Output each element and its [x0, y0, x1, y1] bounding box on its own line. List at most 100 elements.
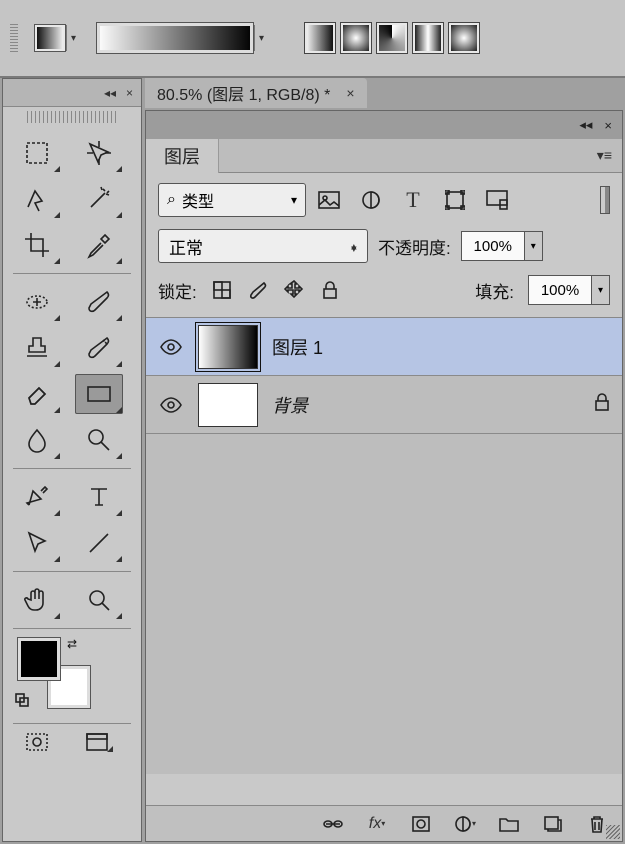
fill-dropdown[interactable] [592, 275, 610, 305]
hand-tool[interactable] [13, 580, 61, 620]
close-icon[interactable]: × [126, 86, 133, 100]
layer-thumbnail[interactable] [198, 383, 258, 427]
move-tool[interactable] [75, 133, 123, 173]
screenmode-button[interactable] [75, 726, 123, 758]
filter-smart-icon[interactable] [484, 187, 510, 213]
path-select-tool[interactable] [13, 523, 61, 563]
grip-icon [10, 24, 18, 52]
filter-shape-icon[interactable] [442, 187, 468, 213]
lock-position-icon[interactable] [283, 279, 305, 301]
gradient-linear-button[interactable] [304, 22, 336, 54]
tools-panel: ◂◂ × ⇄ [2, 78, 142, 842]
layers-panel-tabs: 图层 ▾≡ [146, 139, 622, 173]
line-tool[interactable] [75, 523, 123, 563]
layer-name[interactable]: 图层 1 [272, 334, 323, 360]
default-colors-icon[interactable] [15, 693, 29, 707]
opacity-dropdown[interactable] [525, 231, 543, 261]
gradient-swatch-dropdown[interactable] [66, 25, 80, 51]
fill-label: 填充: [475, 278, 514, 303]
layer-list-empty [146, 434, 622, 774]
type-tool[interactable] [75, 477, 123, 517]
gradient-diamond-button[interactable] [448, 22, 480, 54]
eye-icon[interactable] [158, 334, 184, 360]
fill-input[interactable]: 100% [528, 275, 592, 305]
trash-icon[interactable] [586, 813, 608, 835]
swap-colors-icon[interactable]: ⇄ [67, 637, 77, 651]
lasso-tool[interactable] [13, 179, 61, 219]
lock-label: 锁定: [158, 278, 197, 303]
layer-filter-label: 类型 [182, 188, 214, 212]
group-icon[interactable] [498, 813, 520, 835]
dodge-tool[interactable] [75, 420, 123, 460]
layers-panel-header: ◂◂ × [146, 111, 622, 139]
quickmask-button[interactable] [13, 726, 61, 758]
gradient-swatch[interactable] [34, 24, 66, 52]
resize-grip-icon[interactable] [606, 825, 620, 839]
layer-filter-select[interactable]: ⌕ 类型 [158, 183, 306, 217]
gradient-tool[interactable] [75, 374, 123, 414]
history-brush-tool[interactable] [75, 328, 123, 368]
layers-panel: ◂◂ × 图层 ▾≡ ⌕ 类型 T 正常 不透明度: 100% 锁定: [145, 110, 623, 842]
grip-icon[interactable] [27, 111, 117, 123]
filter-toggle[interactable] [600, 186, 610, 214]
blend-mode-value: 正常 [169, 234, 203, 259]
lock-all-icon[interactable] [319, 279, 341, 301]
options-bar [0, 0, 625, 78]
gradient-type-group [304, 22, 480, 54]
close-icon[interactable]: × [346, 85, 354, 101]
document-tabs: 80.5% (图层 1, RGB/8) * × [145, 78, 367, 108]
close-icon[interactable]: × [604, 118, 612, 133]
eye-icon[interactable] [158, 392, 184, 418]
layer-name[interactable]: 背景 [272, 392, 308, 418]
healing-tool[interactable] [13, 282, 61, 322]
lock-image-icon[interactable] [247, 279, 269, 301]
magic-wand-tool[interactable] [75, 179, 123, 219]
color-wells: ⇄ [3, 631, 141, 721]
zoom-tool[interactable] [75, 580, 123, 620]
eyedropper-tool[interactable] [75, 225, 123, 265]
layer-list: 图层 1 背景 [146, 318, 622, 774]
document-tab-label: 80.5% (图层 1, RGB/8) * [157, 81, 330, 105]
brush-tool[interactable] [75, 282, 123, 322]
lock-icon[interactable] [594, 393, 610, 416]
tools-panel-header: ◂◂ × [3, 79, 141, 107]
gradient-radial-button[interactable] [340, 22, 372, 54]
stamp-tool[interactable] [13, 328, 61, 368]
search-icon: ⌕ [167, 191, 176, 209]
lock-row: 锁定: 填充: 100% [146, 269, 622, 318]
lock-transparency-icon[interactable] [211, 279, 233, 301]
layer-row[interactable]: 图层 1 [146, 318, 622, 376]
document-tab[interactable]: 80.5% (图层 1, RGB/8) * × [145, 78, 367, 108]
eraser-tool[interactable] [13, 374, 61, 414]
mask-icon[interactable] [410, 813, 432, 835]
tab-layers[interactable]: 图层 [146, 139, 219, 173]
filter-adjust-icon[interactable] [358, 187, 384, 213]
gradient-reflected-button[interactable] [412, 22, 444, 54]
crop-tool[interactable] [13, 225, 61, 265]
gradient-preview-dropdown[interactable] [254, 25, 268, 51]
filter-pixel-icon[interactable] [316, 187, 342, 213]
gradient-angle-button[interactable] [376, 22, 408, 54]
collapse-icon[interactable]: ◂◂ [104, 86, 116, 100]
gradient-preview[interactable] [96, 22, 254, 54]
pen-tool[interactable] [13, 477, 61, 517]
opacity-input[interactable]: 100% [461, 231, 525, 261]
blend-row: 正常 不透明度: 100% [146, 223, 622, 269]
layer-filter-row: ⌕ 类型 T [146, 173, 622, 223]
layer-row[interactable]: 背景 [146, 376, 622, 434]
filter-type-icon[interactable]: T [400, 187, 426, 213]
panel-menu-icon[interactable]: ▾≡ [597, 147, 612, 164]
collapse-icon[interactable]: ◂◂ [579, 117, 592, 133]
link-layers-icon[interactable] [322, 813, 344, 835]
layer-thumbnail[interactable] [198, 325, 258, 369]
foreground-color-well[interactable] [17, 637, 61, 681]
new-layer-icon[interactable] [542, 813, 564, 835]
blend-mode-select[interactable]: 正常 [158, 229, 368, 263]
tab-layers-label: 图层 [164, 143, 200, 169]
layers-panel-footer: fx▾ ▾ [146, 805, 622, 841]
blur-tool[interactable] [13, 420, 61, 460]
opacity-label: 不透明度: [378, 234, 451, 259]
fx-icon[interactable]: fx▾ [366, 813, 388, 835]
marquee-tool[interactable] [13, 133, 61, 173]
adjustment-layer-icon[interactable]: ▾ [454, 813, 476, 835]
